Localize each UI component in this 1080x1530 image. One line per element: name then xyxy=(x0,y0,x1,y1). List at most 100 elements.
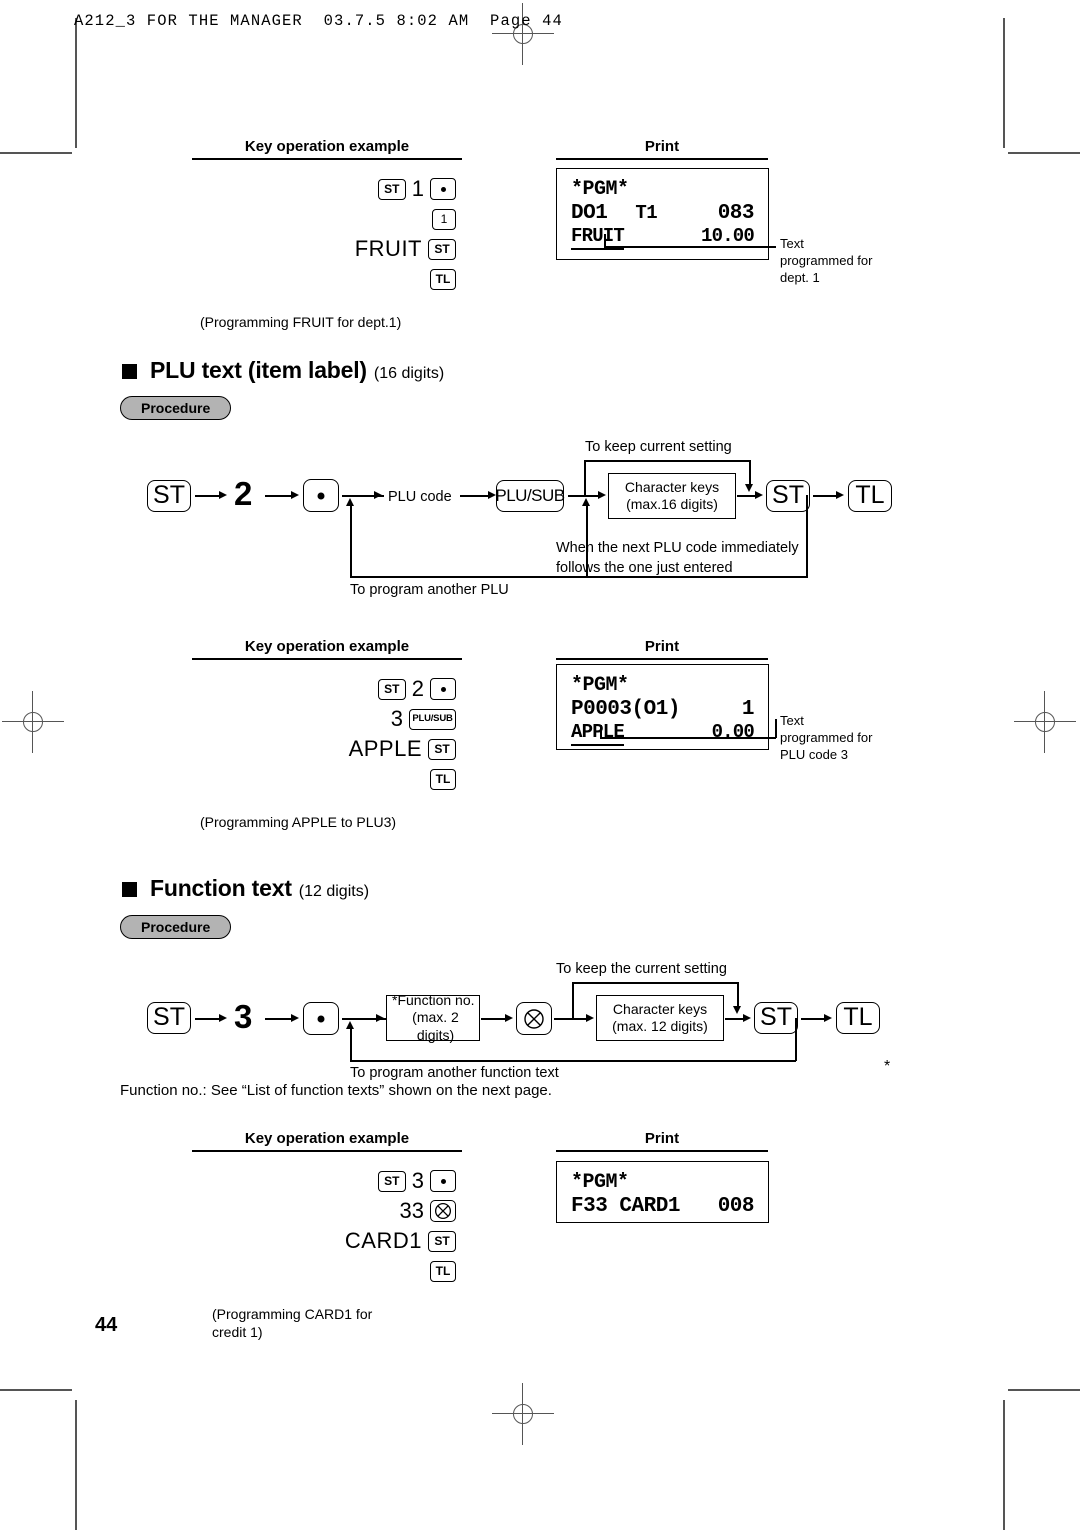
dept-receipt-line2: DO1 T1 083 xyxy=(571,202,755,225)
multiply-key-icon xyxy=(516,1002,552,1035)
dept-print-header: Print xyxy=(556,138,768,160)
flow-character-keys-line1: Character keys xyxy=(624,478,720,495)
st-key-icon[interactable]: ST xyxy=(377,678,406,700)
dept-key-digit-1: 1 xyxy=(411,176,424,201)
plu-print-header: Print xyxy=(556,638,768,660)
multiply-key-icon[interactable] xyxy=(430,1200,456,1222)
flow-another-plu-arrow xyxy=(346,498,354,506)
crop-line-bottom-right-vertical xyxy=(1003,1400,1005,1530)
flow-fn-arrow-5 xyxy=(586,1014,594,1022)
function-receipt-title: *PGM* xyxy=(571,1171,629,1194)
plu-key-digit-2: 3 xyxy=(390,706,403,731)
plu-print-column: Print xyxy=(556,638,768,660)
flow-fn-bypass-arrow xyxy=(733,1006,741,1014)
function-key-sequence: ST 3 33 CARD1 ST TL xyxy=(192,1168,462,1284)
flow-character-keys-line2: (max.16 digits) xyxy=(626,496,718,512)
function-procedure-badge: Procedure xyxy=(120,915,232,939)
flow-function-no-line1: *Function no. xyxy=(392,991,475,1008)
tl-key-icon[interactable]: TL xyxy=(430,1260,456,1282)
function-key-row-3: CARD1 ST xyxy=(192,1228,456,1254)
st-key-icon[interactable]: ST xyxy=(377,1170,406,1192)
function-section-title: Function text xyxy=(150,875,292,901)
flow-fn-loop-vert-left xyxy=(350,1028,352,1061)
function-example-caption-line2: credit 1) xyxy=(212,1323,263,1340)
st-key-icon[interactable]: ST xyxy=(428,1230,456,1252)
flow-another-plu-label: To program another PLU xyxy=(350,582,509,598)
flow-fn-line-7 xyxy=(801,1018,827,1020)
flow-bypass-vert-left xyxy=(584,460,586,495)
plu-procedure-badge: Procedure xyxy=(120,396,232,420)
flow-keep-setting-label: To keep current setting xyxy=(585,439,732,455)
flow-fn-loop-arrow xyxy=(346,1021,354,1029)
plu-receipt-line3: APPLE 0.00 xyxy=(571,721,755,746)
flow-line-2 xyxy=(265,495,293,497)
flow-bypass-vert-right xyxy=(749,460,751,486)
crop-line-top-left-vertical xyxy=(75,18,77,148)
plu-callout-leader-horizontal xyxy=(600,737,776,739)
plu-section-title: PLU text (item label) xyxy=(150,357,367,383)
dept-receipt-code: DO1 xyxy=(571,202,608,225)
function-key-row-2: 33 xyxy=(192,1198,456,1224)
plusub-key-icon[interactable]: PLU/SUB xyxy=(409,708,456,730)
flow-next-plu-note-line2: follows the one just entered xyxy=(556,560,733,576)
flow-line-3 xyxy=(342,495,384,497)
flow-fn-loop-vert-right xyxy=(795,1018,797,1061)
plu-section-heading: PLU text (item label) (16 digits) xyxy=(122,357,444,384)
plu-procedure-flow: ST 2 PLU code PLU/SUB Character keys (ma… xyxy=(0,0,1080,1528)
function-receipt-line2: F33 CARD1 008 xyxy=(571,1195,755,1218)
decimal-point-key-icon[interactable] xyxy=(430,678,456,700)
flow-fn-line-3 xyxy=(342,1018,386,1020)
flow-fn-bypass-vert-right xyxy=(737,982,739,1008)
plu-key-operation-column: Key operation example ST 2 3 PLU/SUB APP… xyxy=(192,638,462,832)
flow-fn-end-tl-key-icon: TL xyxy=(836,1002,880,1034)
decimal-point-key-icon[interactable] xyxy=(430,1170,456,1192)
dept-example-caption: (Programming FRUIT for dept.1) xyxy=(200,314,402,330)
plu-key-row-2: 3 PLU/SUB xyxy=(192,706,456,732)
flow-end-st-key-icon: ST xyxy=(766,480,810,512)
function-key-row-1: ST 3 xyxy=(192,1168,456,1194)
flow-fn-loop-label: To program another function text xyxy=(350,1065,559,1081)
st-key-icon[interactable]: ST xyxy=(377,178,406,200)
numeric-key-icon[interactable]: 1 xyxy=(432,208,456,230)
flow-fn-step-number: 3 xyxy=(234,998,253,1035)
dept-callout-text: Text programmed for dept. 1 xyxy=(780,236,873,285)
flow-next-plu-vert-left xyxy=(586,506,588,576)
flow-fn-arrow-1 xyxy=(219,1014,227,1022)
flow-fn-bypass-horiz xyxy=(572,982,738,984)
flow-fn-end-st-key-icon: ST xyxy=(754,1002,798,1034)
function-print-header: Print xyxy=(556,1130,768,1152)
plu-key-row-4: TL xyxy=(192,766,456,792)
flow-end-tl-key-icon: TL xyxy=(848,480,892,512)
flow-bypass-arrow xyxy=(745,484,753,492)
flow-fn-decimal-key-icon xyxy=(303,1002,339,1035)
flow-another-plu-vert xyxy=(350,506,352,576)
registration-mark-left xyxy=(2,691,64,753)
tl-key-icon[interactable]: TL xyxy=(430,768,456,790)
flow-fn-character-keys-line2: (max. 12 digits) xyxy=(612,1018,708,1034)
flow-line-1 xyxy=(195,495,221,497)
plu-key-operation-header: Key operation example xyxy=(192,638,462,660)
flow-function-no-line2: (max. 2 digits) xyxy=(412,1009,459,1043)
dept-key-row-4: TL xyxy=(192,266,456,292)
function-key-digit-2: 33 xyxy=(399,1198,424,1223)
flow-line-5 xyxy=(568,495,602,497)
flow-arrow-4 xyxy=(488,491,496,499)
dept-print-column: Print xyxy=(556,138,768,160)
decimal-point-key-icon[interactable] xyxy=(430,178,456,200)
page-number: 44 xyxy=(95,1314,118,1336)
registration-mark-right xyxy=(1014,691,1076,753)
st-key-icon[interactable]: ST xyxy=(428,238,456,260)
plu-callout-text: Text programmed for PLU code 3 xyxy=(780,713,873,762)
flow-fn-arrow-7 xyxy=(824,1014,832,1022)
plu-receipt-price: 0.00 xyxy=(711,721,755,743)
st-key-icon[interactable]: ST xyxy=(428,738,456,760)
flow-arrow-5 xyxy=(598,491,606,499)
flow-fn-line-1 xyxy=(195,1018,221,1020)
function-receipt-code: F33 CARD1 xyxy=(571,1195,680,1218)
plu-key-sequence: ST 2 3 PLU/SUB APPLE ST TL xyxy=(192,676,462,792)
function-example-caption: (Programming CARD1 for credit 1) xyxy=(212,1306,462,1341)
dept-key-row-3: FRUIT ST xyxy=(192,236,456,262)
flow-fn-character-keys-line1: Character keys xyxy=(612,1000,708,1017)
crop-line-bottom-left-horizontal xyxy=(0,1389,72,1391)
tl-key-icon[interactable]: TL xyxy=(430,268,456,290)
